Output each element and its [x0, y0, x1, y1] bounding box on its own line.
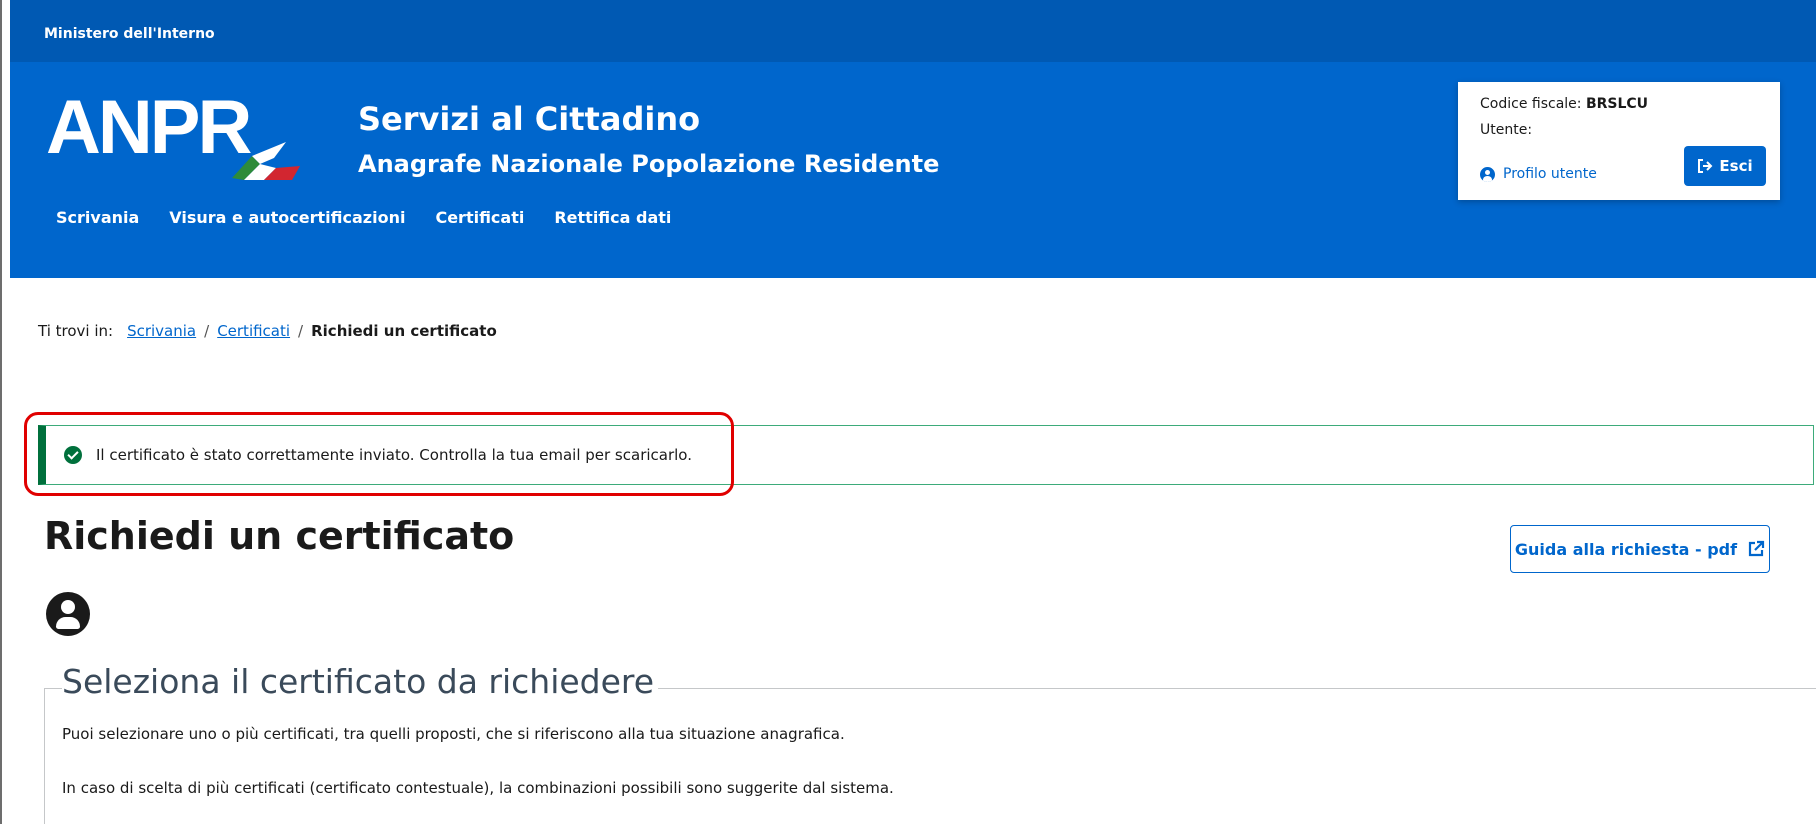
nav-item-rettifica[interactable]: Rettifica dati [554, 208, 671, 227]
breadcrumb: Ti trovi in: Scrivania / Certificati / R… [38, 322, 497, 340]
breadcrumb-prefix: Ti trovi in: [38, 322, 114, 340]
profilo-utente-link[interactable]: Profilo utente [1480, 166, 1597, 182]
guida-pdf-button[interactable]: Guida alla richiesta - pdf [1510, 525, 1770, 573]
nav-item-certificati[interactable]: Certificati [435, 208, 524, 227]
anpr-logo[interactable]: ANPR [46, 90, 326, 200]
external-link-icon [1748, 540, 1765, 557]
breadcrumb-link-certificati[interactable]: Certificati [217, 322, 290, 340]
service-subtitle: Anagrafe Nazionale Popolazione Residente [358, 150, 940, 178]
esci-button[interactable]: Esci [1684, 146, 1766, 186]
italian-flag-icon [232, 142, 300, 180]
breadcrumb-link-scrivania[interactable]: Scrivania [127, 322, 196, 340]
user-box: Codice fiscale: BRSLCU Utente: Profilo u… [1458, 82, 1780, 200]
guida-label: Guida alla richiesta - pdf [1514, 539, 1738, 559]
sign-out-icon [1698, 159, 1713, 173]
highlight-annotation [24, 412, 734, 496]
ministry-link[interactable]: Ministero dell'Interno [44, 26, 215, 42]
user-avatar-icon [46, 592, 90, 636]
main-nav: Scrivania Visura e autocertificazioni Ce… [56, 208, 701, 227]
page-title: Richiedi un certificato [44, 514, 515, 558]
cf-label: Codice fiscale: [1480, 96, 1582, 112]
cf-value: BRSLCU [1585, 96, 1649, 112]
section-description-1: Puoi selezionare uno o più certificati, … [62, 725, 845, 743]
nav-item-scrivania[interactable]: Scrivania [56, 208, 139, 227]
logo-text: ANPR [46, 85, 252, 170]
profilo-label: Profilo utente [1503, 166, 1597, 182]
esci-label: Esci [1719, 157, 1753, 175]
user-circle-icon [1480, 166, 1495, 182]
codice-fiscale: Codice fiscale: BRSLCU [1480, 96, 1648, 112]
service-title: Servizi al Cittadino [358, 100, 701, 138]
site-header: ANPR Servizi al Cittadino Anagrafe Nazio… [10, 62, 1816, 278]
utente-label: Utente: [1480, 122, 1533, 138]
breadcrumb-current: Richiedi un certificato [311, 322, 497, 340]
certificate-fieldset [44, 688, 1816, 824]
breadcrumb-separator: / [298, 322, 304, 340]
section-description-2: In caso di scelta di più certificati (ce… [62, 779, 894, 797]
breadcrumb-separator: / [204, 322, 210, 340]
nav-item-visura[interactable]: Visura e autocertificazioni [169, 208, 405, 227]
section-title: Seleziona il certificato da richiedere [62, 662, 659, 701]
ministry-bar: Ministero dell'Interno [10, 0, 1816, 62]
